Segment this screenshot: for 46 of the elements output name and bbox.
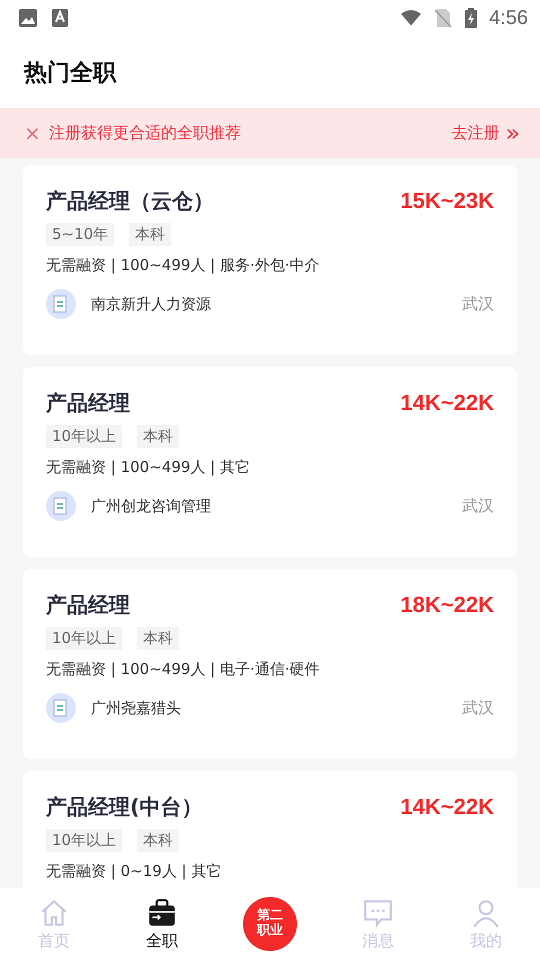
- image-icon: [18, 8, 38, 28]
- salary: 15K~23K: [400, 188, 494, 214]
- company-logo-icon: [46, 693, 76, 723]
- job-card[interactable]: 产品经理（云仓） 15K~23K 5~10年 本科 无需融资 | 100~499人 | 服务·外包·中介 南京新升人力资源 武汉: [23, 165, 517, 355]
- salary: 18K~22K: [400, 592, 494, 618]
- company-name: 南京新升人力资源: [91, 294, 211, 314]
- tag: 本科: [129, 223, 172, 246]
- company-name: 广州创龙咨询管理: [91, 496, 211, 516]
- city: 武汉: [462, 496, 494, 516]
- tag: 10年以上: [46, 829, 122, 852]
- briefcase-icon: [146, 896, 178, 928]
- salary: 14K~22K: [400, 794, 494, 820]
- tag: 本科: [137, 829, 180, 852]
- job-card[interactable]: 产品经理 14K~22K 10年以上 本科 无需融资 | 100~499人 | 其它 广州创龙咨询管理 武汉: [23, 367, 517, 557]
- nav-tab[interactable]: 全职: [108, 888, 216, 960]
- tag: 10年以上: [46, 627, 122, 650]
- tag: 5~10年: [46, 223, 114, 246]
- clock-time: 4:56: [489, 6, 528, 30]
- job-title: 产品经理(中台）: [46, 794, 203, 821]
- job-title: 产品经理（云仓）: [46, 188, 214, 215]
- banner-text: 注册获得更合适的全职推荐: [48, 122, 241, 144]
- company-name: 广州尧嘉猎头: [91, 698, 181, 718]
- tag: 10年以上: [46, 425, 122, 448]
- job-card[interactable]: 产品经理 18K~22K 10年以上 本科 无需融资 | 100~499人 | 电子·通信·硬件 广州尧嘉猎头 武汉: [23, 569, 517, 759]
- job-title: 产品经理: [46, 592, 130, 619]
- company-info: 无需融资 | 100~499人 | 其它: [46, 458, 252, 477]
- city: 武汉: [462, 698, 494, 718]
- company-info: 无需融资 | 100~499人 | 服务·外包·中介: [46, 256, 321, 275]
- battery-icon: [465, 8, 478, 28]
- close-button[interactable]: ×: [24, 121, 41, 145]
- register-link[interactable]: 去注册 »: [451, 121, 520, 145]
- city: 武汉: [462, 294, 494, 314]
- salary: 14K~22K: [400, 390, 494, 416]
- font-icon: [50, 8, 70, 28]
- tag: 本科: [137, 425, 180, 448]
- job-title: 产品经理: [46, 390, 130, 417]
- job-card[interactable]: 产品经理(中台） 14K~22K 10年以上 本科 无需融资 | 0~19人 | 其它: [23, 771, 517, 888]
- company-logo-icon: [46, 289, 76, 319]
- company-info: 无需融资 | 100~499人 | 电子·通信·硬件: [46, 660, 321, 679]
- no-sim-icon: [433, 8, 454, 28]
- center-logo-button[interactable]: 第二 职业: [243, 897, 297, 951]
- page-title: 热门全职: [24, 58, 116, 88]
- company-logo-icon: [46, 491, 76, 521]
- wifi-icon: [401, 8, 422, 28]
- tag: 本科: [137, 627, 180, 650]
- company-info: 无需融资 | 0~19人 | 其它: [46, 862, 222, 881]
